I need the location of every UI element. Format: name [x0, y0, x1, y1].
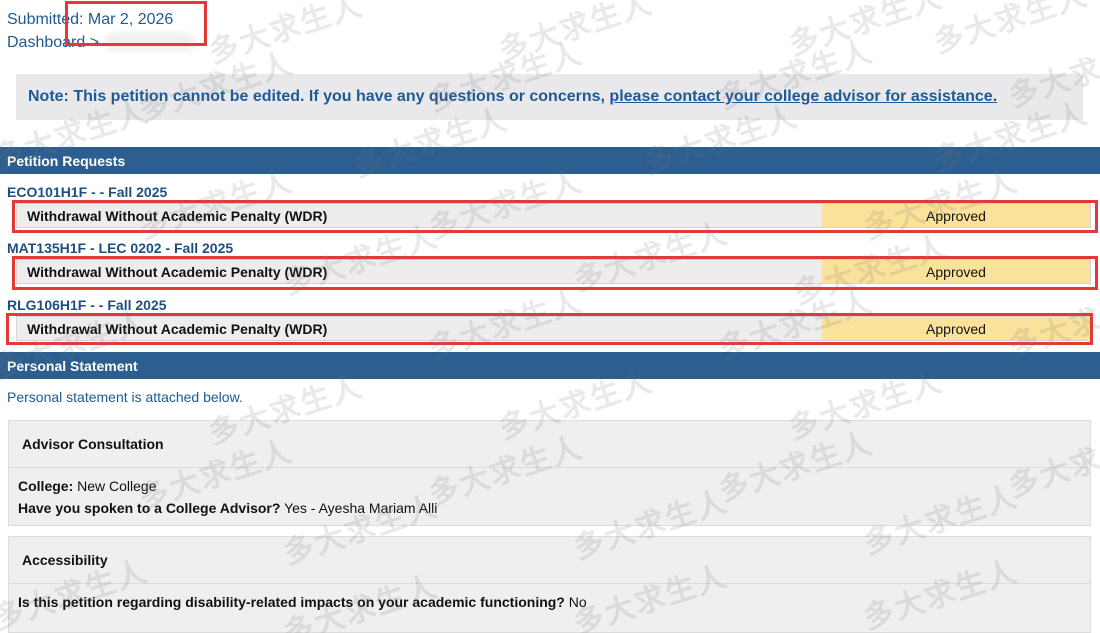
course-title: ECO101H1F - - Fall 2025: [7, 184, 168, 200]
petition-requests-header: Petition Requests: [0, 147, 1100, 174]
notice-message: Note: This petition cannot be edited. If…: [28, 88, 605, 105]
accessibility-title: Accessibility: [22, 552, 108, 568]
contact-advisor-link[interactable]: please contact your college advisor for …: [609, 88, 997, 105]
edit-notice: Note: This petition cannot be edited. If…: [16, 74, 1083, 120]
course-title: MAT135H1F - LEC 0202 - Fall 2025: [7, 240, 234, 256]
advisor-consultation-panel: Advisor Consultation College: New Colleg…: [8, 420, 1091, 526]
edit-notice-text: Note: This petition cannot be edited. If…: [28, 88, 997, 106]
annotation-box-request-1: [12, 200, 1098, 233]
advisor-spoken-value: Yes - Ayesha Mariam Alli: [284, 500, 438, 516]
disability-question-value: No: [568, 594, 587, 610]
annotation-box-request-2: [12, 256, 1098, 290]
college-label: College:: [18, 478, 74, 494]
advisor-spoken-label: Have you spoken to a College Advisor?: [18, 500, 281, 516]
accessibility-panel: Accessibility Is this petition regarding…: [8, 536, 1091, 633]
college-value: New College: [77, 478, 157, 494]
advisor-consultation-title: Advisor Consultation: [22, 436, 164, 452]
page-header: Submitted: Mar 2, 2026 Dashboard >: [0, 0, 1100, 60]
annotation-box-request-3: [6, 313, 1093, 345]
disability-question-field: Is this petition regarding disability-re…: [18, 594, 587, 610]
annotation-box-date: [65, 1, 207, 46]
disability-question-label: Is this petition regarding disability-re…: [18, 594, 565, 610]
personal-statement-header: Personal Statement: [0, 352, 1100, 379]
course-title: RLG106H1F - - Fall 2025: [7, 297, 167, 313]
advisor-consultation-head: Advisor Consultation: [9, 421, 1090, 468]
personal-statement-text: Personal statement is attached below.: [7, 389, 243, 405]
college-field: College: New College: [18, 478, 157, 494]
accessibility-head: Accessibility: [9, 537, 1090, 584]
advisor-spoken-field: Have you spoken to a College Advisor? Ye…: [18, 500, 437, 516]
